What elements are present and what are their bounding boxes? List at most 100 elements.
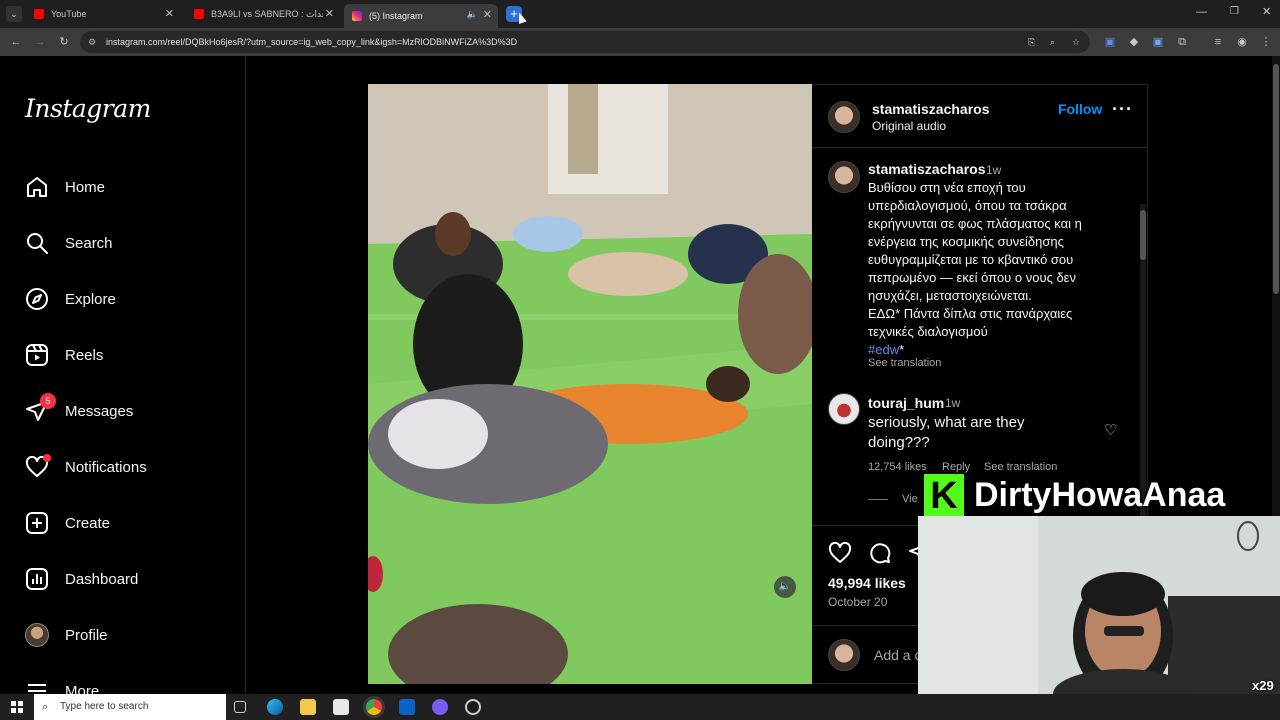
notification-dot xyxy=(43,454,51,462)
speaker-icon[interactable]: 🔈 xyxy=(467,9,478,20)
author-username[interactable]: stamatiszacharos xyxy=(872,101,990,117)
reload-icon[interactable]: ↻ xyxy=(56,28,72,56)
sidebar-item-profile[interactable]: Profile xyxy=(25,615,235,655)
sidebar-item-search[interactable]: Search xyxy=(25,223,235,263)
explore-icon xyxy=(26,288,48,310)
messages-icon-wrap: 5 xyxy=(25,393,56,423)
puzzle-icon[interactable]: ⧉ xyxy=(1174,28,1190,56)
sidebar-item-notifications[interactable]: Notifications xyxy=(25,447,235,487)
minimize-button[interactable]: — xyxy=(1196,6,1207,18)
comment-like-icon[interactable]: ♡ xyxy=(1104,421,1117,439)
sidebar-item-explore[interactable]: Explore xyxy=(25,279,235,319)
sidebar-item-dashboard[interactable]: Dashboard xyxy=(25,559,235,599)
site-info-icon[interactable]: ⚙ xyxy=(88,31,96,53)
sidebar-item-label: Messages xyxy=(65,402,134,420)
comment-icon[interactable] xyxy=(868,541,892,565)
maximize-button[interactable]: ❐ xyxy=(1230,6,1239,17)
tab-list-button[interactable]: ⌄ xyxy=(6,6,22,22)
comment-line: seriously, what are they xyxy=(868,414,1025,431)
comment-text: seriously, what are they doing??? xyxy=(868,413,1108,453)
caption-line: υπερδιαλογισμού, όπου τα τσάκρα xyxy=(868,198,1067,213)
caption-line: Βυθίσου στη νέα εποχή του xyxy=(868,180,1026,195)
post-date: October 20 xyxy=(828,595,888,609)
taskbar-search[interactable]: ⌕ Type here to search xyxy=(34,694,226,720)
discord-icon[interactable] xyxy=(432,699,448,715)
audio-label[interactable]: Original audio xyxy=(872,119,946,133)
mute-icon[interactable]: 🔈 xyxy=(774,576,796,598)
sidebar-item-create[interactable]: Create xyxy=(25,503,235,543)
chrome-icon[interactable] xyxy=(366,699,382,715)
comment-likes[interactable]: 12,754 likes xyxy=(868,461,927,473)
sidebar-item-label: Explore xyxy=(65,290,116,308)
task-view-icon[interactable] xyxy=(234,701,246,713)
see-translation-link[interactable]: See translation xyxy=(868,357,941,369)
tab-instagram[interactable]: (5) Instagram 🔈 ✕ xyxy=(344,4,498,28)
hashtag-link[interactable]: #edw xyxy=(868,342,899,357)
comment-user[interactable]: touraj_hum xyxy=(868,395,944,411)
comment-translate[interactable]: See translation xyxy=(984,461,1057,473)
sidebar-item-label: Search xyxy=(65,234,113,252)
browser-tab-bar: ⌄ YouTube ✕ B3A9LI vs SABNERO : ج للأحدا… xyxy=(0,0,1280,28)
likes-count[interactable]: 49,994 likes xyxy=(828,575,906,591)
translate-extension-icon[interactable]: ▣ xyxy=(1102,28,1118,56)
home-icon xyxy=(27,177,47,197)
close-icon[interactable]: ✕ xyxy=(483,8,492,21)
view-replies-link[interactable]: Vie xyxy=(902,493,918,505)
caption-avatar[interactable] xyxy=(828,161,860,193)
close-window-button[interactable]: ✕ xyxy=(1262,5,1271,18)
kebab-menu-icon[interactable]: ⋮ xyxy=(1258,28,1274,56)
replies-line xyxy=(868,499,888,500)
sidebar-item-reels[interactable]: Reels xyxy=(25,335,235,375)
sidebar-item-home[interactable]: Home xyxy=(25,167,235,207)
caption-line: πεπρωμένο — εκεί όπου ο νους δεν xyxy=(868,270,1076,285)
caption-time: 1w xyxy=(986,163,1002,177)
youtube-icon xyxy=(194,9,204,19)
zoom-icon[interactable]: ⌕ xyxy=(1050,31,1055,53)
forward-icon[interactable]: → xyxy=(32,28,48,56)
comment-time: 1w xyxy=(945,396,961,410)
obs-icon[interactable] xyxy=(465,699,481,715)
page-scrollbar-thumb[interactable] xyxy=(1273,64,1279,294)
caption-line: ΕΔΩ* Πάντα δίπλα στις πανάρχαιες xyxy=(868,306,1073,321)
windows-start-icon[interactable] xyxy=(11,701,23,713)
sidebar-item-label: Dashboard xyxy=(65,570,139,588)
outlook-icon[interactable] xyxy=(399,699,415,715)
extension-icon[interactable]: ◆ xyxy=(1126,28,1142,56)
tab-youtube[interactable]: YouTube ✕ xyxy=(26,3,180,25)
address-bar[interactable]: ⚙ instagram.com/reel/DQBkHo6jesR/?utm_so… xyxy=(80,31,1090,53)
create-icon xyxy=(26,512,48,534)
back-icon[interactable]: ← xyxy=(8,28,24,56)
extension-icon[interactable]: ▣ xyxy=(1150,28,1166,56)
reels-icon xyxy=(26,344,48,366)
caption-line: ευθυγραμμίζεται με το κβαντικό σου xyxy=(868,252,1074,267)
caption-author[interactable]: stamatiszacharos xyxy=(868,161,986,177)
tab-match[interactable]: B3A9LI vs SABNERO : ج للأحداث ✕ xyxy=(186,3,340,25)
sidebar-item-more[interactable]: More xyxy=(25,671,235,694)
instagram-icon xyxy=(352,11,362,21)
notifications-icon-wrap xyxy=(25,454,51,479)
sidebar: Instagram Home Search Explore Reels 5 Me… xyxy=(0,56,246,694)
profile-icon[interactable]: ◉ xyxy=(1234,28,1250,56)
author-avatar[interactable] xyxy=(828,101,860,133)
sidebar-item-messages[interactable]: 5 Messages xyxy=(25,391,235,431)
file-explorer-icon[interactable] xyxy=(300,699,316,715)
streamer-banner: K DirtyHowaAnaa xyxy=(920,474,1280,518)
install-icon[interactable]: ⎘ xyxy=(1028,31,1035,53)
add-comment-input[interactable]: Add a c xyxy=(874,647,921,663)
bookmark-star-icon[interactable]: ☆ xyxy=(1072,31,1080,53)
close-icon[interactable]: ✕ xyxy=(325,7,334,20)
store-icon[interactable] xyxy=(333,699,349,715)
reading-list-icon[interactable]: ≡ xyxy=(1210,28,1226,56)
caption-line: εκρήγνυνται σε φως πλάσματος και η xyxy=(868,216,1082,231)
edge-icon[interactable] xyxy=(267,699,283,715)
like-icon[interactable] xyxy=(828,541,852,565)
comment-reply[interactable]: Reply xyxy=(942,461,970,473)
instagram-logo[interactable]: Instagram xyxy=(25,94,151,123)
comment-avatar[interactable] xyxy=(828,393,860,425)
follow-button[interactable]: Follow xyxy=(1058,101,1102,117)
streamer-name: DirtyHowaAnaa xyxy=(974,476,1226,514)
scrollbar-thumb[interactable] xyxy=(1140,210,1146,260)
close-icon[interactable]: ✕ xyxy=(165,7,174,20)
reel-video[interactable]: 🔈 xyxy=(368,84,812,684)
more-options-icon[interactable]: ··· xyxy=(1112,99,1133,120)
